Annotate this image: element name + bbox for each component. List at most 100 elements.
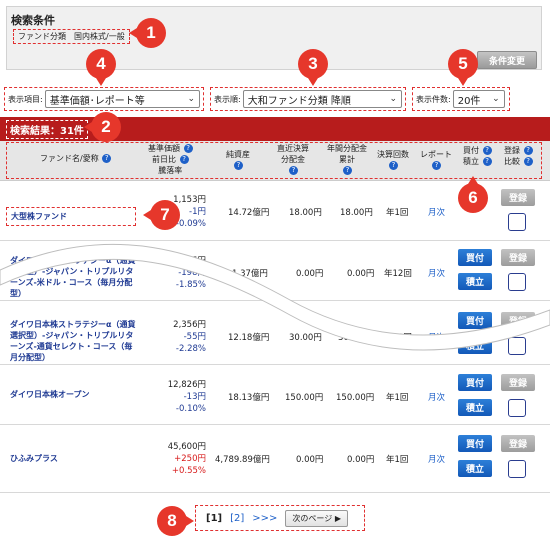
table-row: ダイワ日本株オープン 12,826円 -13円 -0.10% 18.13億円 1… [0,365,550,425]
accumulate-button[interactable]: 積立 [458,399,492,416]
fund-name-link[interactable]: ダイワ日本株ストラテジーα（通貨選択型）-ジャパン・トリプルリターンズ-米ドル・… [10,255,138,299]
results-count: 検索結果：31件 [6,119,88,139]
fund-name-link[interactable]: ダイワ日本株オープン [10,389,138,400]
category-value: 国内株式/一般 [74,32,125,41]
change: -13円 [183,392,206,402]
results-header: 検索結果：31件 [0,117,550,141]
monthly-report-link[interactable]: 月次 [428,331,445,343]
annual-dividend: 0.00円 [347,455,375,465]
table-row: ダイワ日本株ストラテジーα（通貨選択型）-ジャパン・トリプルリターンズ-米ドル・… [0,241,550,301]
category-label: ファンド分類 [18,32,66,41]
accumulate-button[interactable]: 積立 [458,273,492,290]
marker-8: 8 [157,506,194,536]
recent-dividend: 0.00円 [296,269,324,279]
fund-name-link[interactable]: ダイワ日本株ストラテジーα（通貨選択型）-ジャパン・トリプルリターンズ-通貨セレ… [10,319,138,363]
sort-order-select[interactable]: 大和ファンド分類 降順 ⌄ [242,90,402,108]
compare-checkbox[interactable] [508,337,526,355]
marker-5: 5 [448,49,478,86]
fund-name-link[interactable]: 大型株ファンド [6,207,136,226]
recent-dividend: 150.00円 [285,393,324,403]
recent-dividend: 0.00円 [296,455,324,465]
register-button[interactable]: 登録 [501,249,535,266]
rate: +0.55% [171,466,206,476]
chevron-down-icon: ⌄ [389,94,397,104]
marker-3: 3 [298,49,328,86]
marker-2: 2 [84,112,121,142]
rate: -2.28% [175,344,206,354]
buy-button[interactable]: 買付 [458,435,492,452]
rate: -0.10% [175,404,206,414]
register-button[interactable]: 登録 [501,189,535,206]
display-count-label: 表示件数: [416,94,451,104]
table-row: ダイワ日本株ストラテジーα（通貨選択型）-ジャパン・トリプルリターンズ-通貨セレ… [0,301,550,365]
chevron-down-icon: ⌄ [187,94,195,104]
play-icon: ▶ [334,513,341,523]
recent-dividend: 30.00円 [289,333,322,343]
change: -55円 [183,332,206,342]
net-assets: 1.37億円 [232,269,268,279]
monthly-report-link[interactable]: 月次 [428,206,445,218]
register-button[interactable]: 登録 [501,312,535,329]
current-page: [1] [206,512,223,524]
pagination: [1] [2] >>> 次のページ ▶ [195,505,365,531]
monthly-report-link[interactable]: 月次 [428,453,445,465]
sort-order-selector: 表示順: 大和ファンド分類 降順 ⌄ [210,87,406,111]
price-block: 45,600円 +250円 +0.55% [150,441,206,477]
next-page-button[interactable]: 次のページ ▶ [285,509,348,527]
annual-dividend: 360.00円 [338,333,377,343]
annual-dividend: 0.00円 [347,269,375,279]
change: -198円 [178,268,206,278]
net-assets: 14.72億円 [228,208,270,218]
page-2-link[interactable]: [2] [230,513,244,524]
settlements: 年1回 [386,208,409,218]
display-count-value: 20件 [457,95,481,107]
table-row: ひふみプラス 45,600円 +250円 +0.55% 4,789.89億円 0… [0,425,550,493]
chevron-down-icon: ⌄ [492,94,500,104]
sort-order-value: 大和ファンド分類 降順 [247,95,351,107]
register-button[interactable]: 登録 [501,374,535,391]
compare-checkbox[interactable] [508,460,526,478]
header-highlight [6,142,542,179]
recent-dividend: 18.00円 [289,208,322,218]
price-block: 10,485円 -198円 -1.85% [150,255,206,291]
buy-button[interactable]: 買付 [458,312,492,329]
change-conditions-button[interactable]: 条件変更 [477,51,537,69]
net-assets: 4,789.89億円 [215,455,270,465]
settlements: 年12回 [384,333,412,343]
buy-button[interactable]: 買付 [458,249,492,266]
monthly-report-link[interactable]: 月次 [428,391,445,403]
register-button[interactable]: 登録 [501,435,535,452]
compare-checkbox[interactable] [508,273,526,291]
compare-checkbox[interactable] [508,399,526,417]
settlements: 年1回 [386,455,409,465]
compare-checkbox[interactable] [508,213,526,231]
rate: -1.85% [175,280,206,290]
annual-dividend: 18.00円 [340,208,373,218]
marker-1: 1 [129,18,166,48]
more-pages-link[interactable]: >>> [252,513,277,524]
fund-name-link[interactable]: ひふみプラス [10,453,138,464]
settlements: 年12回 [384,269,412,279]
price: 12,826円 [167,380,206,390]
price-block: 12,826円 -13円 -0.10% [150,379,206,415]
price: 45,600円 [167,442,206,452]
marker-4: 4 [86,49,116,86]
monthly-report-link[interactable]: 月次 [428,267,445,279]
display-items-label: 表示項目: [8,94,43,104]
accumulate-button[interactable]: 積立 [458,460,492,477]
annual-dividend: 150.00円 [336,393,375,403]
price: 10,485円 [167,256,206,266]
price: 2,356円 [173,320,206,330]
accumulate-button[interactable]: 積立 [458,337,492,354]
display-count-selector: 表示件数: 20件 ⌄ [412,87,510,111]
change: +250円 [174,454,206,464]
buy-button[interactable]: 買付 [458,374,492,391]
net-assets: 18.13億円 [228,393,270,403]
settlements: 年1回 [386,393,409,403]
display-items-selector: 表示項目: 基準価額･レポート等 ⌄ [4,87,204,111]
marker-6: 6 [458,176,488,213]
net-assets: 12.18億円 [228,333,270,343]
search-conditions-title: 検索条件 [11,14,55,27]
display-count-select[interactable]: 20件 ⌄ [452,90,505,108]
display-items-select[interactable]: 基準価額･レポート等 ⌄ [44,90,200,108]
